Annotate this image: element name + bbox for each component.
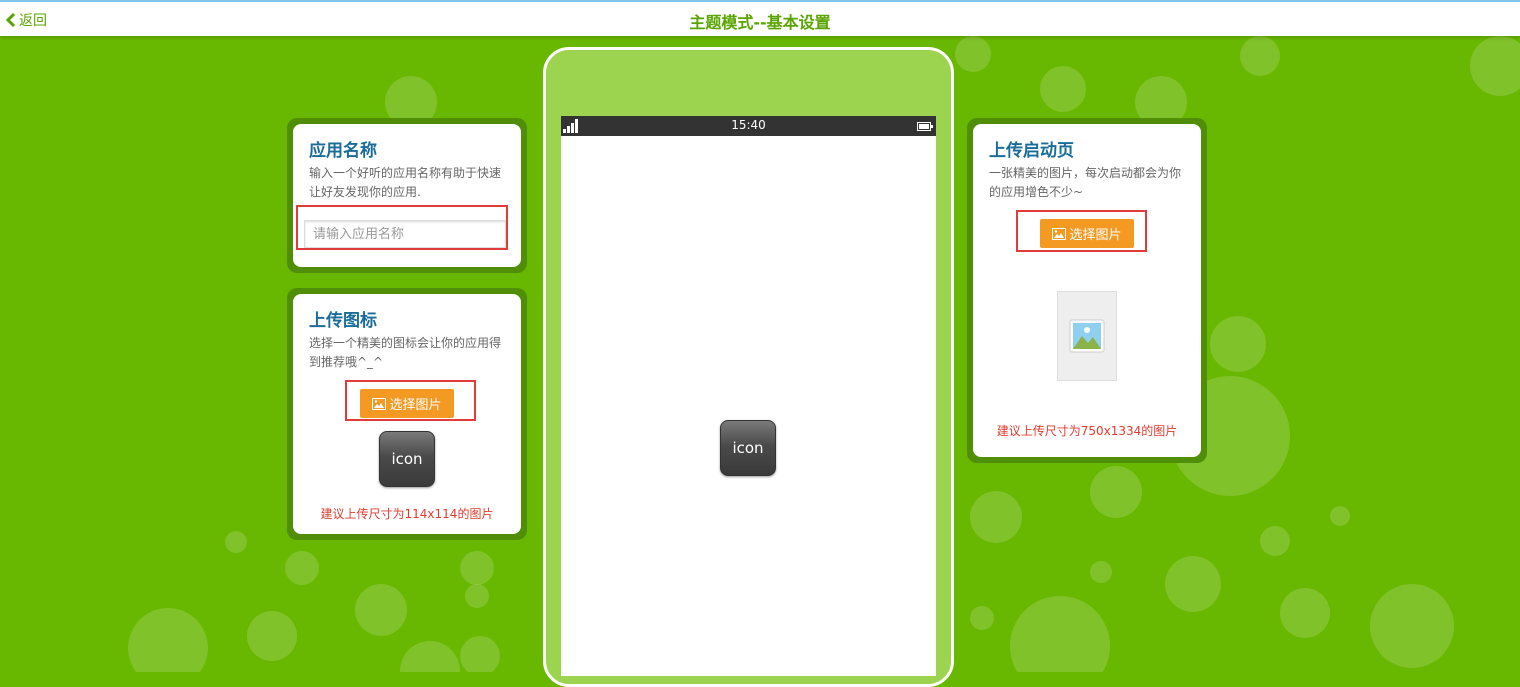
app-name-input[interactable]: 请输入应用名称 [304, 220, 506, 248]
upload-icon-title: 上传图标 [309, 311, 377, 331]
image-icon [1052, 227, 1067, 240]
phone-time: 15:40 [731, 118, 766, 132]
upload-icon-description: 选择一个精美的图标会让你的应用得到推荐哦^_^ [309, 336, 502, 369]
icon-select-image-button[interactable]: 选择图片 [360, 389, 454, 418]
app-icon-preview: icon [379, 431, 435, 487]
app-name-description: 输入一个好听的应用名称有助于快速让好友发现你的应用. [309, 166, 502, 199]
upload-splash-title: 上传启动页 [989, 141, 1074, 161]
page-header: 返回 主题模式--基本设置 [0, 2, 1520, 36]
app-name-title: 应用名称 [309, 141, 377, 161]
phone-screen: 15:40 icon [561, 116, 936, 676]
battery-icon [917, 122, 933, 131]
icon-select-image-label: 选择图片 [389, 398, 442, 413]
splash-select-image-label: 选择图片 [1069, 228, 1122, 243]
splash-size-hint: 建议上传尺寸为750x1334的图片 [996, 424, 1178, 438]
upload-splash-description: 一张精美的图片，每次启动都会为你的应用增色不少~ [989, 166, 1182, 199]
splash-select-image-button[interactable]: 选择图片 [1040, 219, 1134, 248]
image-placeholder-icon [1069, 319, 1105, 353]
image-icon [372, 397, 387, 410]
page-title: 主题模式--基本设置 [689, 13, 831, 32]
phone-app-icon: icon [720, 420, 776, 476]
icon-size-hint: 建议上传尺寸为114x114的图片 [320, 507, 494, 521]
splash-image-placeholder [1057, 291, 1117, 381]
phone-status-bar: 15:40 [561, 116, 936, 136]
